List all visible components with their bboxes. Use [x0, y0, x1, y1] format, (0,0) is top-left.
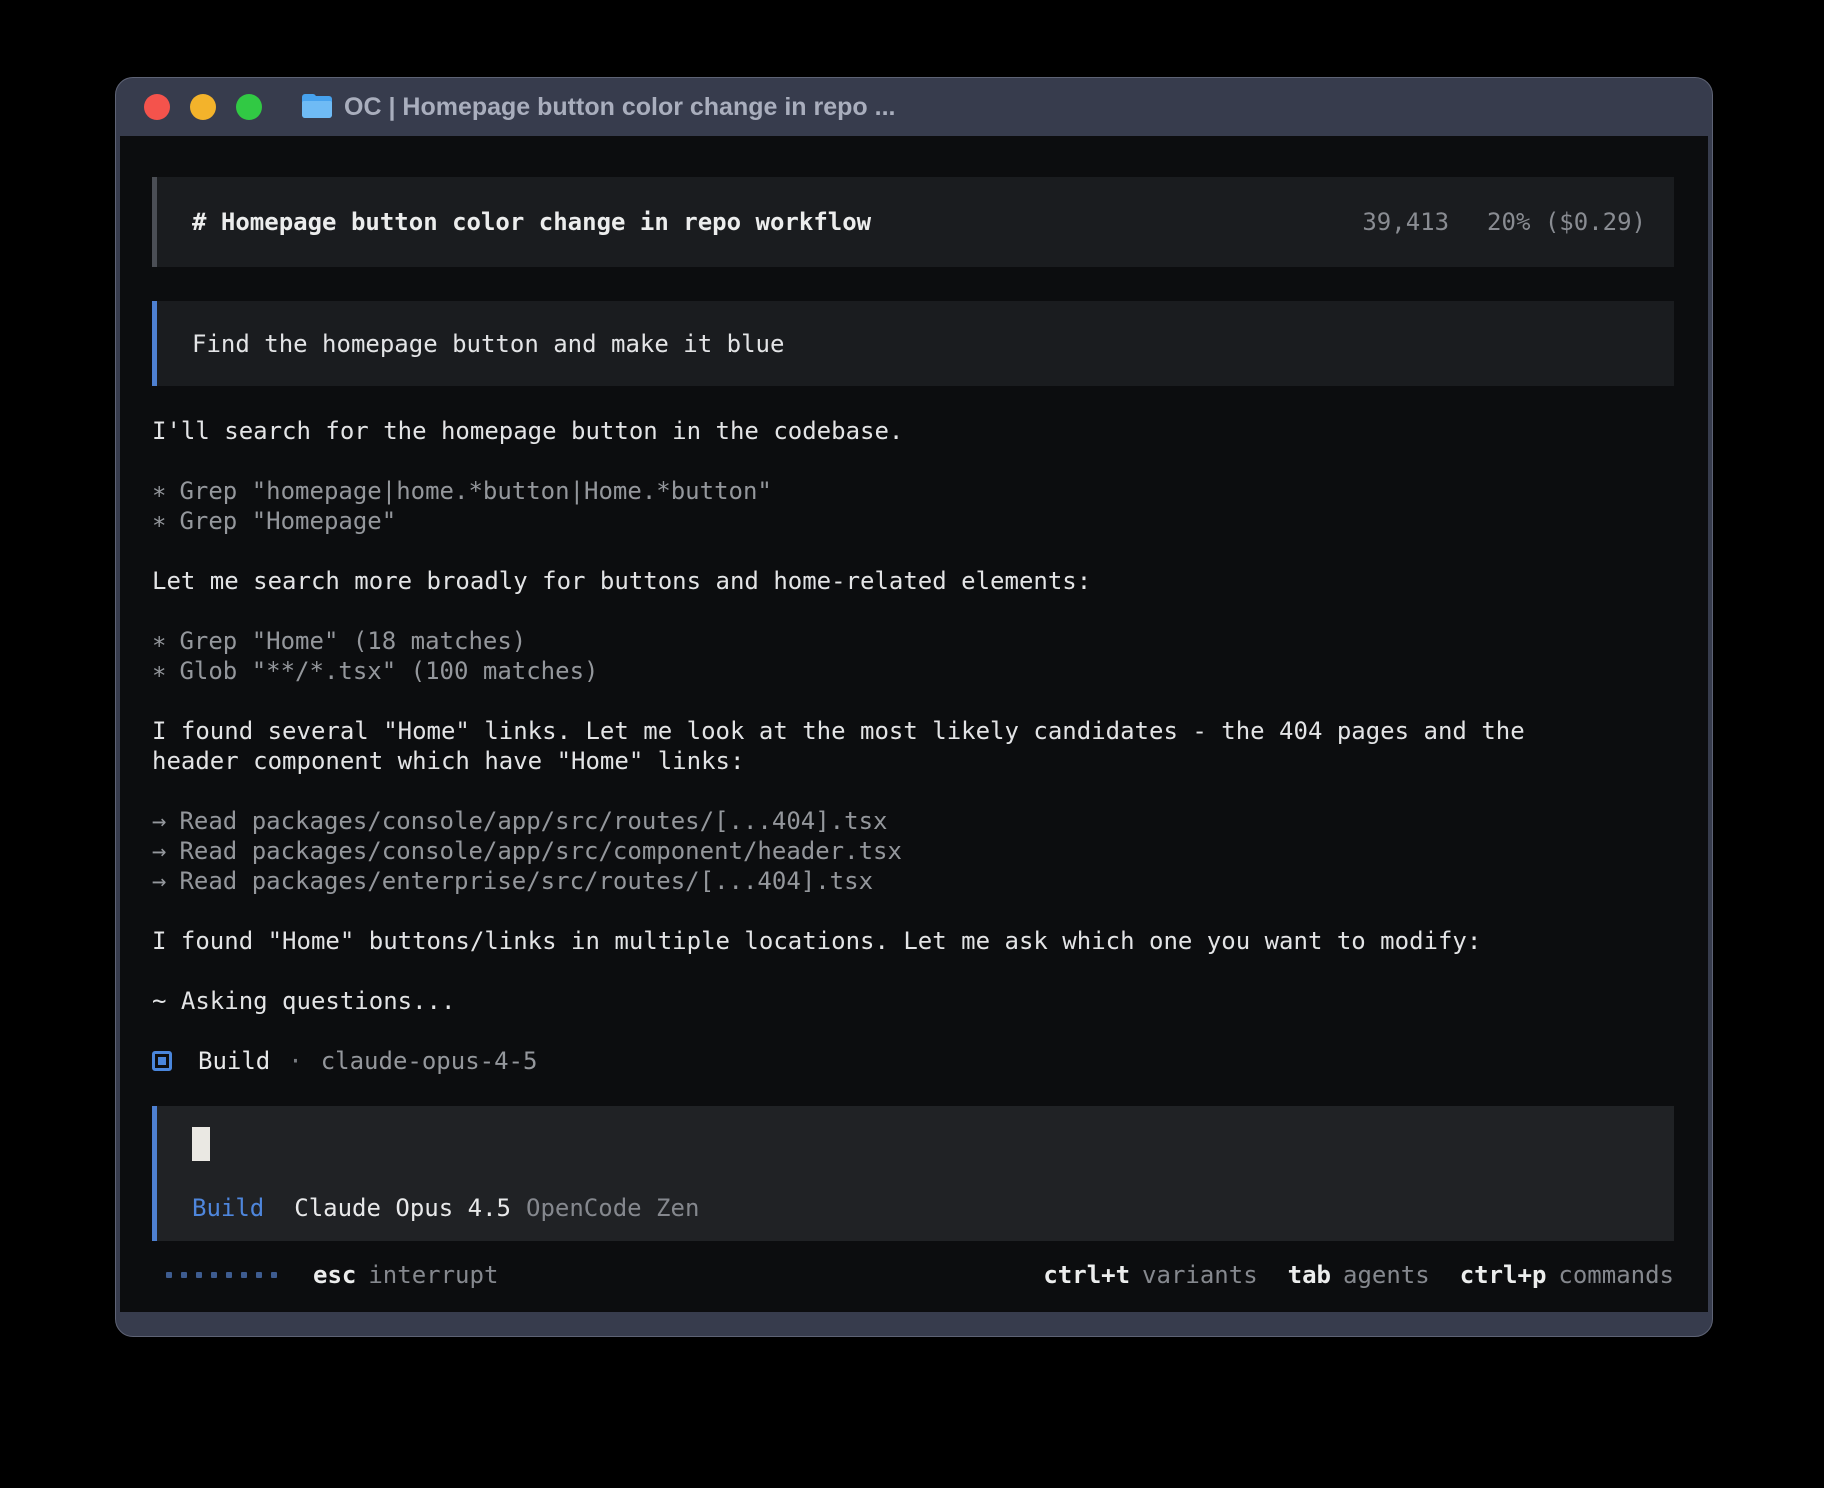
minimize-button[interactable] [190, 94, 216, 120]
input-model-name: Claude Opus 4.5 [294, 1193, 511, 1223]
shortcut-label: commands [1558, 1261, 1674, 1289]
tool-call-line: ∗ Glob "**/*.tsx" (100 matches) [152, 656, 1674, 686]
spinner-dot [271, 1272, 277, 1278]
terminal-content: # Homepage button color change in repo w… [120, 136, 1708, 1312]
tool-call-line: → Read packages/console/app/src/component… [152, 836, 1674, 866]
tool-call-text: Glob "**/*.tsx" (100 matches) [179, 657, 598, 685]
shortcut-hint-variants: ctrl+t variants [1043, 1261, 1257, 1289]
assistant-text-line: ~ Asking questions... [152, 986, 1674, 1016]
assistant-text-line: Let me search more broadly for buttons a… [152, 566, 1674, 596]
tool-call-line: ∗ Grep "Homepage" [152, 506, 1674, 536]
spinner-dot [241, 1272, 247, 1278]
tool-asterisk-icon: ∗ [152, 506, 166, 536]
input-provider-name: OpenCode Zen [526, 1193, 699, 1223]
spinner-dot [181, 1272, 187, 1278]
window-title: OC | Homepage button color change in rep… [344, 93, 895, 122]
tool-call-text: Grep "Home" (18 matches) [179, 627, 526, 655]
read-arrow-icon: → [152, 866, 166, 896]
status-bar-right: ctrl+t variants tab agents ctrl+p commands [1043, 1261, 1674, 1289]
text-cursor[interactable] [192, 1127, 210, 1161]
tool-call-text: Read packages/console/app/src/component/… [179, 837, 901, 865]
session-stats: 39,413 20% ($0.29) [1362, 208, 1646, 236]
session-title: # Homepage button color change in repo w… [192, 208, 871, 236]
assistant-text-line: I found several "Home" links. Let me loo… [152, 716, 1674, 746]
window-bottom-edge [116, 1312, 1712, 1336]
tool-asterisk-icon: ∗ [152, 626, 166, 656]
assistant-text-line: I found "Home" buttons/links in multiple… [152, 926, 1674, 956]
input-status-row: Build Claude Opus 4.5 OpenCode Zen [192, 1193, 1639, 1223]
status-bar-left: esc interrupt [166, 1261, 498, 1289]
spinner-dot [226, 1272, 232, 1278]
window-titlebar[interactable]: OC | Homepage button color change in rep… [116, 78, 1712, 136]
zoom-button[interactable] [236, 94, 262, 120]
shortcut-hint-commands: ctrl+p commands [1460, 1261, 1674, 1289]
spinner-dots [166, 1272, 277, 1278]
input-agent-name: Build [192, 1193, 264, 1223]
tool-call-group: ∗ Grep "Home" (18 matches) ∗ Glob "**/*.tsx… [152, 626, 1674, 686]
spinner-dot [211, 1272, 217, 1278]
read-arrow-icon: → [152, 836, 166, 866]
user-message: Find the homepage button and make it blu… [152, 301, 1674, 386]
session-header: # Homepage button color change in repo w… [152, 177, 1674, 267]
separator-dot: · [288, 1047, 302, 1075]
interrupt-hint: esc interrupt [313, 1261, 498, 1289]
agent-icon [152, 1051, 172, 1071]
tool-call-group: → Read packages/console/app/src/routes/[.… [152, 806, 1674, 896]
tool-call-text: Read packages/enterprise/src/routes/[...… [179, 867, 873, 895]
esc-label: interrupt [368, 1261, 498, 1289]
tool-call-line: → Read packages/console/app/src/routes/[.… [152, 806, 1674, 836]
spinner-dot [196, 1272, 202, 1278]
tool-call-text: Read packages/console/app/src/routes/[..… [179, 807, 887, 835]
tool-call-text: Grep "homepage|home.*button|Home.*button… [179, 477, 771, 505]
agent-name: Build [198, 1047, 270, 1075]
shortcut-key: tab [1288, 1261, 1331, 1289]
close-button[interactable] [144, 94, 170, 120]
assistant-text: I found "Home" buttons/links in multiple… [152, 926, 1674, 956]
assistant-text: I'll search for the homepage button in t… [152, 416, 1674, 446]
assistant-text-line: I'll search for the homepage button in t… [152, 416, 1674, 446]
terminal-window: OC | Homepage button color change in rep… [115, 77, 1713, 1337]
spinner-dot [166, 1272, 172, 1278]
shortcut-label: variants [1142, 1261, 1258, 1289]
tool-call-group: ∗ Grep "homepage|home.*button|Home.*butto… [152, 476, 1674, 536]
assistant-text-line: header component which have "Home" links… [152, 746, 1674, 776]
tool-call-line: ∗ Grep "Home" (18 matches) [152, 626, 1674, 656]
context-usage: 20% ($0.29) [1487, 208, 1646, 236]
assistant-text: Let me search more broadly for buttons a… [152, 566, 1674, 596]
shortcut-label: agents [1343, 1261, 1430, 1289]
assistant-text: ~ Asking questions... [152, 986, 1674, 1016]
user-message-text: Find the homepage button and make it blu… [192, 330, 784, 358]
traffic-lights [144, 94, 262, 120]
tool-call-line: → Read packages/enterprise/src/routes/[..… [152, 866, 1674, 896]
shortcut-key: ctrl+t [1043, 1261, 1130, 1289]
shortcut-hint-agents: tab agents [1288, 1261, 1430, 1289]
tool-asterisk-icon: ∗ [152, 476, 166, 506]
folder-icon [302, 94, 332, 120]
model-id: claude-opus-4-5 [321, 1047, 538, 1075]
agent-status-row: Build · claude-opus-4-5 [152, 1046, 1674, 1076]
prompt-input[interactable]: Build Claude Opus 4.5 OpenCode Zen [152, 1106, 1674, 1241]
tool-call-text: Grep "Homepage" [179, 507, 396, 535]
shortcut-key: ctrl+p [1460, 1261, 1547, 1289]
status-bar: escinterrupt ctrl+tvariantstabagentsctrl… [152, 1260, 1674, 1290]
esc-key: esc [313, 1261, 356, 1289]
token-count: 39,413 [1362, 208, 1449, 236]
read-arrow-icon: → [152, 806, 166, 836]
assistant-text: I found several "Home" links. Let me loo… [152, 716, 1674, 776]
transcript: I'll search for the homepage button in t… [152, 416, 1674, 1046]
tool-call-line: ∗ Grep "homepage|home.*button|Home.*butto… [152, 476, 1674, 506]
tool-asterisk-icon: ∗ [152, 656, 166, 686]
spinner-dot [256, 1272, 262, 1278]
